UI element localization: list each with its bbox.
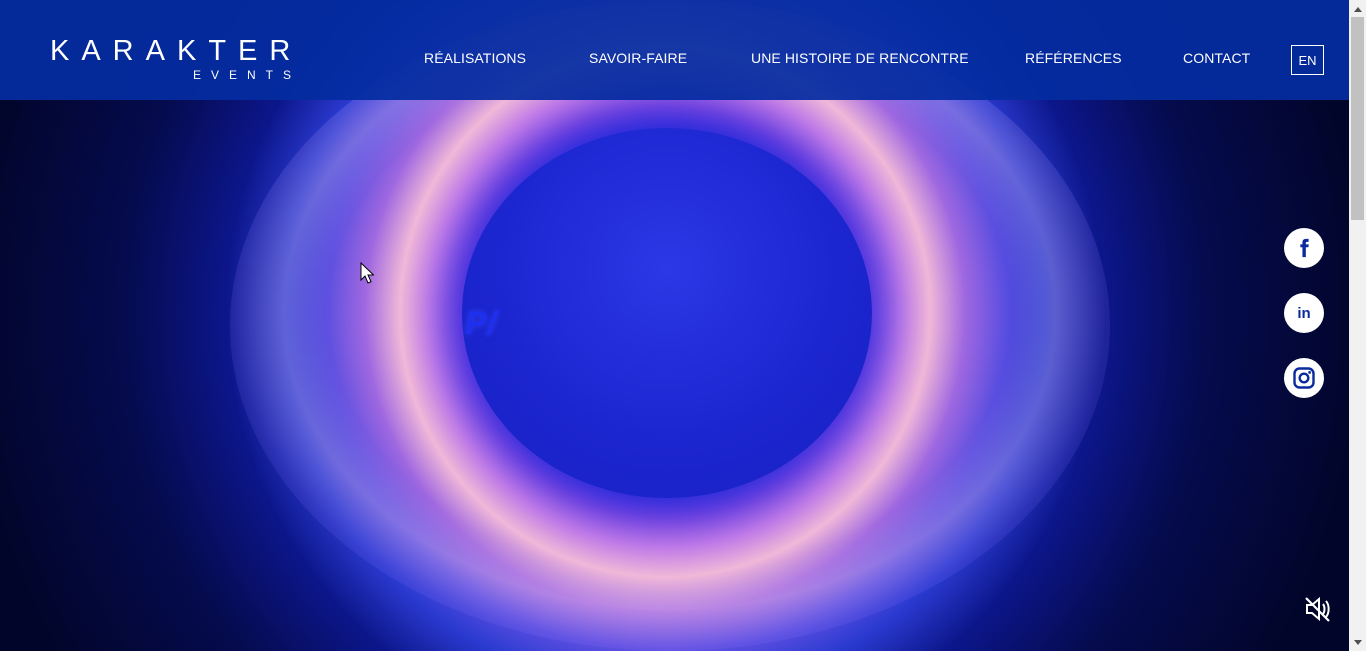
instagram-icon <box>1293 367 1315 389</box>
logo-main-text: KARAKTER <box>50 35 303 67</box>
facebook-icon <box>1300 238 1309 258</box>
arrow-up-icon <box>1353 6 1362 12</box>
linkedin-icon: in <box>1297 304 1311 322</box>
page-scrollbar[interactable] <box>1349 0 1366 651</box>
scrollbar-thumb[interactable] <box>1351 17 1364 220</box>
linkedin-button[interactable]: in <box>1284 293 1324 333</box>
logo-sub-text: EVENTS <box>193 68 302 82</box>
site-logo[interactable]: KARAKTER EVENTS <box>50 35 303 83</box>
facebook-button[interactable] <box>1284 228 1324 268</box>
nav-item-histoire[interactable]: UNE HISTOIRE DE RENCONTRE <box>751 50 969 66</box>
nav-item-references[interactable]: RÉFÉRENCES <box>1025 50 1122 66</box>
site-header: KARAKTER EVENTS RÉALISATIONS SAVOIR-FAIR… <box>0 0 1349 100</box>
hero-caption: P/ <box>465 305 498 341</box>
scroll-down-arrow[interactable] <box>1349 634 1366 651</box>
mouse-cursor-icon <box>360 262 374 284</box>
nav-item-savoir-faire[interactable]: SAVOIR-FAIRE <box>589 50 687 66</box>
instagram-button[interactable] <box>1284 358 1324 398</box>
arrow-down-icon <box>1353 639 1362 645</box>
mute-icon <box>1305 596 1330 622</box>
language-switch-button[interactable]: EN <box>1291 45 1324 75</box>
hero-sphere <box>462 128 872 498</box>
nav-item-contact[interactable]: CONTACT <box>1183 50 1250 66</box>
mute-toggle-button[interactable] <box>1302 594 1332 624</box>
nav-item-realisations[interactable]: RÉALISATIONS <box>424 50 526 66</box>
scroll-up-arrow[interactable] <box>1349 0 1366 17</box>
